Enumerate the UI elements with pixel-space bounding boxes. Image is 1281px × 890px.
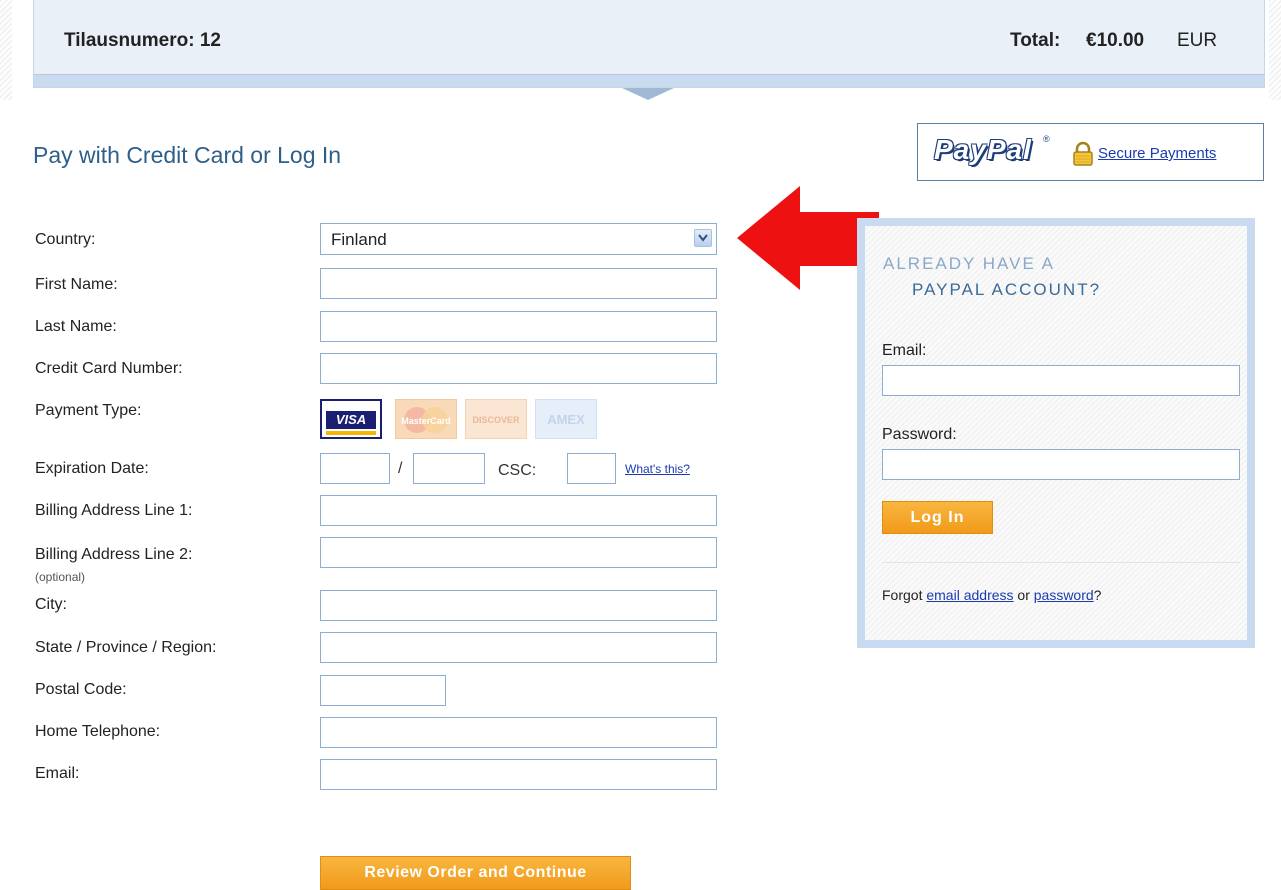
login-button[interactable]: Log In (882, 501, 993, 534)
paypal-login-panel: ALREADY HAVE A PAYPAL ACCOUNT? Email: Pa… (857, 218, 1255, 648)
forgot-credentials-text: Forgot email address or password? (882, 587, 1101, 603)
email-input[interactable] (320, 759, 717, 790)
card-number-input[interactable] (320, 353, 717, 384)
billing-line1-label: Billing Address Line 1: (35, 502, 193, 519)
login-email-input[interactable] (882, 365, 1240, 396)
chevron-down-icon[interactable] (694, 229, 712, 247)
billing-line2-input[interactable] (320, 537, 717, 568)
visa-stripe (326, 431, 376, 435)
discover-card-icon[interactable]: DISCOVER (465, 399, 527, 439)
paypal-trademark: ® (1043, 134, 1050, 144)
visa-card-icon[interactable]: VISA (320, 399, 382, 439)
billing-line2-optional-note: (optional) (35, 570, 86, 584)
city-label: City: (35, 596, 67, 613)
forgot-password-link[interactable]: password (1034, 587, 1094, 603)
order-details-toggle-icon[interactable] (622, 88, 674, 100)
review-order-button[interactable]: Review Order and Continue (320, 856, 631, 890)
visa-logo-text: VISA (326, 411, 376, 429)
home-telephone-label: Home Telephone: (35, 723, 161, 740)
country-select[interactable]: Finland (320, 223, 717, 255)
total-currency: EUR (1177, 30, 1218, 51)
expiration-separator: / (398, 460, 403, 477)
postal-code-input[interactable] (320, 675, 446, 706)
secure-payments-link[interactable]: Secure Payments (1098, 145, 1216, 162)
total-amount: €10.00 (1086, 30, 1145, 51)
state-label: State / Province / Region: (35, 639, 217, 656)
page-title: Pay with Credit Card or Log In (33, 142, 342, 168)
forgot-suffix: ? (1093, 587, 1102, 603)
country-label: Country: (35, 231, 96, 248)
background-hatch-right (1269, 0, 1281, 100)
login-title-line2: PAYPAL ACCOUNT? (912, 280, 1102, 299)
expiration-label: Expiration Date: (35, 460, 149, 477)
card-number-label: Credit Card Number: (35, 360, 183, 377)
order-summary-bar: Tilausnumero: 12 Total: €10.00 EUR (33, 0, 1265, 88)
login-password-label: Password: (882, 426, 957, 443)
login-email-label: Email: (882, 342, 927, 359)
expiration-year-input[interactable] (413, 453, 485, 484)
lock-icon (1073, 141, 1093, 166)
mastercard-card-icon[interactable]: MasterCard (395, 399, 457, 439)
postal-code-label: Postal Code: (35, 681, 127, 698)
forgot-or: or (1013, 587, 1034, 603)
first-name-label: First Name: (35, 276, 118, 293)
country-selected-value: Finland (331, 230, 387, 249)
csc-input[interactable] (567, 453, 616, 484)
login-password-input[interactable] (882, 449, 1240, 480)
first-name-input[interactable] (320, 268, 717, 299)
billing-line1-input[interactable] (320, 495, 717, 526)
expiration-month-input[interactable] (320, 453, 390, 484)
order-number: Tilausnumero: 12 (64, 30, 221, 51)
forgot-email-link[interactable]: email address (926, 587, 1013, 603)
whats-this-link[interactable]: What's this? (625, 462, 690, 476)
forgot-prefix: Forgot (882, 587, 927, 603)
background-hatch-left (0, 0, 12, 100)
last-name-input[interactable] (320, 311, 717, 342)
payment-type-label: Payment Type: (35, 402, 142, 419)
login-title-line1: ALREADY HAVE A (883, 254, 1055, 273)
last-name-label: Last Name: (35, 318, 117, 335)
state-input[interactable] (320, 632, 717, 663)
home-telephone-input[interactable] (320, 717, 717, 748)
billing-line2-label: Billing Address Line 2: (35, 546, 193, 563)
paypal-secure-badge: PayPal ® Secure Payments (917, 123, 1264, 181)
order-bar-strip (34, 74, 1264, 87)
paypal-logo: PayPal (934, 134, 1032, 165)
total-label: Total: (1010, 30, 1061, 51)
login-divider (882, 562, 1240, 563)
mastercard-logo-text: MasterCard (401, 416, 451, 426)
city-input[interactable] (320, 590, 717, 621)
email-label: Email: (35, 765, 80, 782)
amex-card-icon[interactable]: AMEX (535, 399, 597, 439)
csc-label: CSC: (498, 462, 537, 479)
